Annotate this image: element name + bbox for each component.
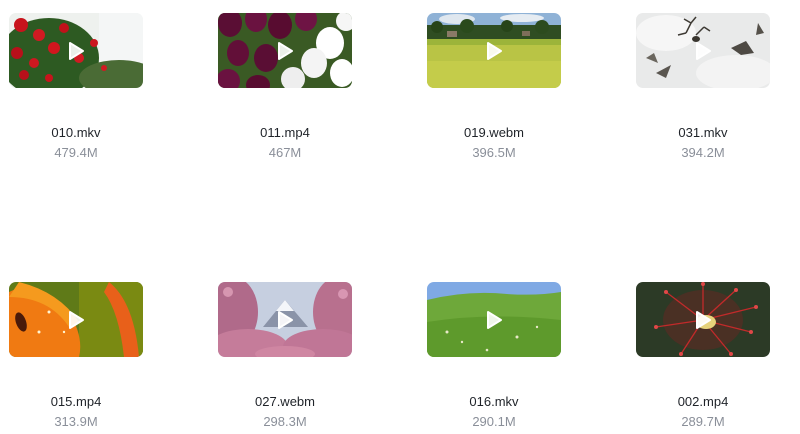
video-filesize: 313.9M [54, 414, 98, 429]
video-filename: 002.mp4 [677, 394, 729, 409]
video-tile[interactable]: 015.mp4 313.9M [9, 282, 143, 430]
video-tile[interactable]: 031.mkv 394.2M [636, 13, 770, 161]
video-tile[interactable]: 011.mp4 467M [218, 13, 352, 161]
video-tile[interactable]: 027.webm 298.3M [218, 282, 352, 430]
video-thumbnail[interactable] [636, 13, 770, 88]
video-filesize: 479.4M [54, 145, 98, 160]
video-tile[interactable]: 019.webm 396.5M [427, 13, 561, 161]
play-icon [487, 311, 502, 329]
video-thumbnail[interactable] [218, 282, 352, 357]
play-icon [487, 42, 502, 60]
play-icon [278, 42, 293, 60]
video-filesize: 394.2M [681, 145, 725, 160]
video-filename: 031.mkv [678, 125, 728, 140]
play-icon [278, 311, 293, 329]
video-filesize: 289.7M [681, 414, 725, 429]
play-icon [696, 311, 711, 329]
video-tile[interactable]: 016.mkv 290.1M [427, 282, 561, 430]
video-filesize: 396.5M [472, 145, 516, 160]
video-filename: 010.mkv [51, 125, 101, 140]
video-filename: 015.mp4 [50, 394, 102, 409]
video-grid: 010.mkv 479.4M 011.mp4 467M 019.webm 396… [0, 0, 800, 434]
play-icon [696, 42, 711, 60]
video-tile[interactable]: 010.mkv 479.4M [9, 13, 143, 161]
video-filename: 019.webm [464, 125, 524, 140]
play-icon [69, 311, 84, 329]
video-filename: 016.mkv [469, 394, 519, 409]
video-thumbnail[interactable] [218, 13, 352, 88]
video-tile[interactable]: 002.mp4 289.7M [636, 282, 770, 430]
play-icon [69, 42, 84, 60]
video-filename: 011.mp4 [260, 125, 310, 140]
video-thumbnail[interactable] [427, 13, 561, 88]
video-thumbnail[interactable] [427, 282, 561, 357]
video-thumbnail[interactable] [9, 13, 143, 88]
video-thumbnail[interactable] [9, 282, 143, 357]
video-thumbnail[interactable] [636, 282, 770, 357]
video-filename: 027.webm [255, 394, 315, 409]
video-filesize: 290.1M [472, 414, 516, 429]
video-filesize: 298.3M [263, 414, 307, 429]
video-filesize: 467M [268, 145, 302, 160]
